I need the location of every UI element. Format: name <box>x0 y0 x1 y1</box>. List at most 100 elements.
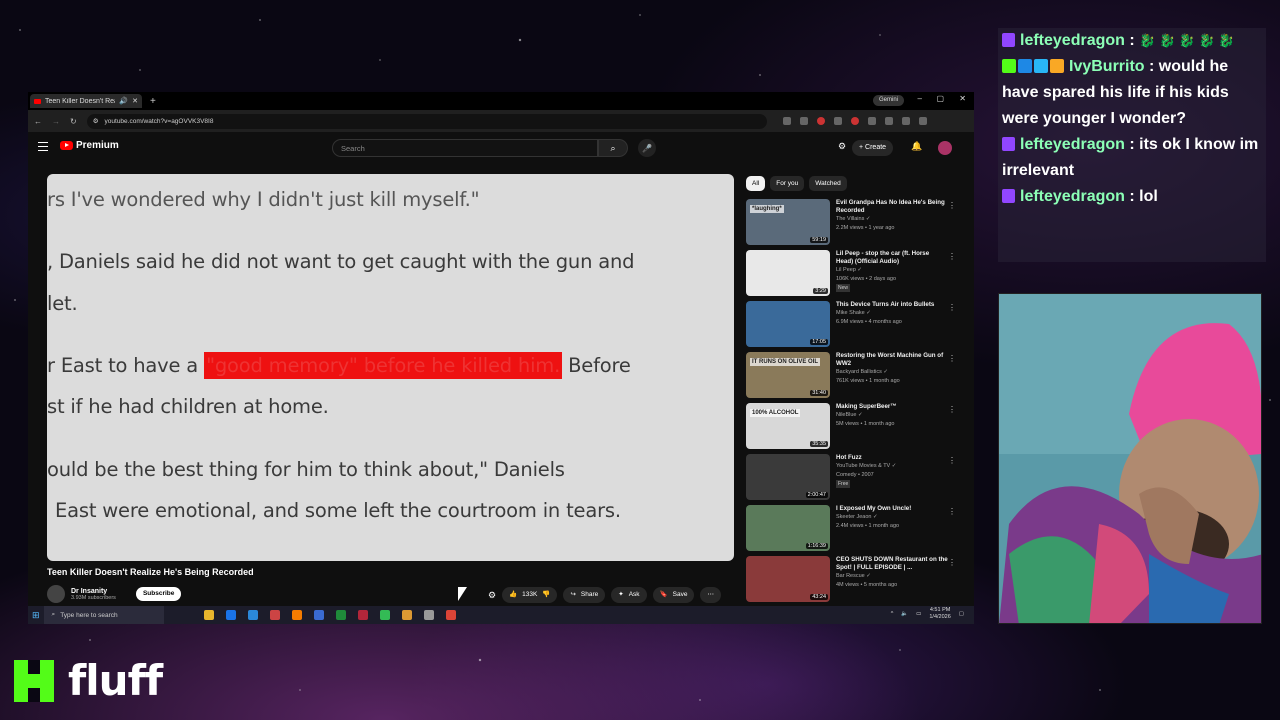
thumbs-down-icon[interactable]: 👎 <box>542 587 550 603</box>
site-info-icon[interactable]: ⚙ <box>93 117 99 125</box>
recommendation-channel[interactable]: Lil Peep ✓ <box>836 266 948 275</box>
volume-icon[interactable]: 🔈 <box>901 611 908 617</box>
more-options-icon[interactable]: ⋮ <box>948 456 956 465</box>
recommendation-item[interactable]: 43:24 CEO SHUTS DOWN Restaurant on the Sp… <box>746 556 968 607</box>
firefox-icon[interactable] <box>291 610 302 620</box>
like-button[interactable]: 👍 133K 👎 <box>502 587 558 603</box>
recommendation-channel[interactable]: Skeeter Jeaon ✓ <box>836 513 948 522</box>
forward-icon[interactable]: → <box>52 117 60 126</box>
recommendation-title[interactable]: This Device Turns Air into Bullets <box>836 301 948 309</box>
search-button[interactable]: ⌕ <box>598 139 628 157</box>
windows-start-icon[interactable]: ⊞ <box>32 610 40 621</box>
subscribe-button[interactable]: Subscribe <box>135 587 182 601</box>
file-explorer-icon[interactable] <box>203 610 214 620</box>
new-tab-button[interactable]: + <box>150 96 156 107</box>
chrome-icon[interactable] <box>445 610 456 620</box>
chip-all[interactable]: All <box>746 176 766 191</box>
recommendation-thumbnail[interactable]: 3:29 <box>746 250 830 296</box>
tray-chevron-icon[interactable]: ^ <box>891 611 894 617</box>
channel-name[interactable]: Dr Insanity <box>71 588 116 595</box>
recommendation-title[interactable]: I Exposed My Own Uncle! <box>836 505 948 513</box>
chip-watched[interactable]: Watched <box>809 176 847 191</box>
more-options-icon[interactable]: ⋮ <box>948 252 956 261</box>
recommendation-thumbnail[interactable]: *laughing* 59:19 <box>746 199 830 245</box>
voice-search-icon[interactable]: 🎤 <box>638 139 656 157</box>
recommendation-title[interactable]: CEO SHUTS DOWN Restaurant on the Spot! |… <box>836 556 948 572</box>
menu-icon[interactable] <box>918 117 927 125</box>
recommendation-item[interactable]: *laughing* 59:19 Evil Grandpa Has No Idea … <box>746 199 968 250</box>
extension-icon[interactable] <box>816 117 825 125</box>
recommendation-item[interactable]: 1:16:39 I Exposed My Own Uncle! Skeeter Je… <box>746 505 968 556</box>
recommendation-item[interactable]: 100% ALCOHOL 35:35 Making SuperBeer™ NileBl… <box>746 403 968 454</box>
recommendation-item[interactable]: 3:29 Lil Peep - stop the car (ft. Horse H… <box>746 250 968 301</box>
more-options-icon[interactable]: ⋮ <box>948 405 956 414</box>
app-icon[interactable] <box>379 610 390 620</box>
video-player[interactable]: rs I've wondered why I didn't just kill … <box>47 174 734 561</box>
app-icon[interactable] <box>357 610 368 620</box>
app-icon[interactable] <box>225 610 236 620</box>
recommendation-thumbnail[interactable]: 43:24 <box>746 556 830 602</box>
recommendation-thumbnail[interactable]: 2:00:47 <box>746 454 830 500</box>
recommendation-thumbnail[interactable]: 100% ALCOHOL 35:35 <box>746 403 830 449</box>
recommendation-thumbnail[interactable]: 17:05 <box>746 301 830 347</box>
taskbar-search[interactable]: ⌕ Type here to search <box>43 606 164 624</box>
extension-icon[interactable] <box>850 117 859 125</box>
more-actions-button[interactable]: ⋯ <box>700 587 721 603</box>
network-icon[interactable]: ▭ <box>916 611 921 617</box>
recommendation-title[interactable]: Making SuperBeer™ <box>836 403 948 411</box>
save-button[interactable]: 🔖 Save <box>652 587 695 603</box>
recommendation-thumbnail[interactable]: IT RUNS ON OLIVE OIL 31:40 <box>746 352 830 398</box>
recommendation-item[interactable]: 2:00:47 Hot Fuzz YouTube Movies & TV ✓ Come… <box>746 454 968 505</box>
recommendation-item[interactable]: IT RUNS ON OLIVE OIL 31:40 Restoring the W… <box>746 352 968 403</box>
recommendation-channel[interactable]: Bar Rescue ✓ <box>836 572 948 581</box>
extension-icon[interactable] <box>884 117 893 125</box>
more-options-icon[interactable]: ⋮ <box>948 507 956 516</box>
url-field[interactable]: ⚙ youtube.com/watch?v=agOVVK3V8I8 <box>86 113 767 129</box>
recommendation-channel[interactable]: Mike Shake ✓ <box>836 309 948 318</box>
extension-icon[interactable] <box>833 117 842 125</box>
recommendation-title[interactable]: Lil Peep - stop the car (ft. Horse Head)… <box>836 250 948 266</box>
notifications-bell-icon[interactable]: 🔔 <box>911 141 922 152</box>
gemini-button[interactable]: Gemini <box>872 95 904 106</box>
notifications-icon[interactable]: ▢ <box>959 611 964 617</box>
recommendation-channel[interactable]: NileBlue ✓ <box>836 411 948 420</box>
clock[interactable]: 4:51 PM 1/4/2026 <box>929 607 950 621</box>
chrome-icon[interactable] <box>401 610 412 620</box>
more-options-icon[interactable]: ⋮ <box>948 201 956 210</box>
minimize-icon[interactable]: – <box>918 94 922 103</box>
create-button[interactable]: + Create <box>852 140 894 156</box>
recommendation-channel[interactable]: YouTube Movies & TV ✓ <box>836 462 948 471</box>
recommendation-title[interactable]: Hot Fuzz <box>836 454 948 462</box>
account-avatar[interactable] <box>938 141 952 155</box>
gear-icon[interactable]: ⚙ <box>488 590 496 601</box>
app-icon[interactable] <box>313 610 324 620</box>
app-icon[interactable] <box>247 610 258 620</box>
chip-for-you[interactable]: For you <box>770 176 805 191</box>
app-icon[interactable] <box>269 610 280 620</box>
recommendation-item[interactable]: 17:05 This Device Turns Air into Bullets M… <box>746 301 968 352</box>
cast-icon[interactable] <box>782 117 791 125</box>
more-options-icon[interactable]: ⋮ <box>948 303 956 312</box>
app-icon[interactable] <box>423 610 434 620</box>
close-window-icon[interactable]: ✕ <box>959 94 966 103</box>
maximize-icon[interactable]: ▢ <box>936 94 944 103</box>
search-input[interactable]: Search <box>332 139 598 157</box>
youtube-logo[interactable]: Premium <box>60 140 119 151</box>
extension-icon[interactable] <box>867 117 876 125</box>
close-tab-icon[interactable]: ✕ <box>132 97 138 105</box>
bookmark-star-icon[interactable] <box>799 117 808 125</box>
more-options-icon[interactable]: ⋮ <box>948 354 956 363</box>
recommendation-channel[interactable]: Backyard Ballistics ✓ <box>836 368 948 377</box>
reload-icon[interactable]: ↻ <box>70 117 77 126</box>
share-button[interactable]: ↪ Share <box>563 587 606 603</box>
ask-button[interactable]: ✦ Ask <box>611 587 647 603</box>
back-icon[interactable]: ← <box>34 117 42 126</box>
recommendation-title[interactable]: Restoring the Worst Machine Gun of WW2 <box>836 352 948 368</box>
recommendation-thumbnail[interactable]: 1:16:39 <box>746 505 830 551</box>
browser-tab[interactable]: Teen Killer Doesn't Realiz 🔊 ✕ <box>30 94 142 108</box>
channel-avatar[interactable] <box>47 585 65 603</box>
more-options-icon[interactable]: ⋮ <box>948 558 956 567</box>
sidebar-icon[interactable] <box>901 117 910 125</box>
recommendation-channel[interactable]: The Villains ✓ <box>836 215 948 224</box>
excel-icon[interactable] <box>335 610 346 620</box>
